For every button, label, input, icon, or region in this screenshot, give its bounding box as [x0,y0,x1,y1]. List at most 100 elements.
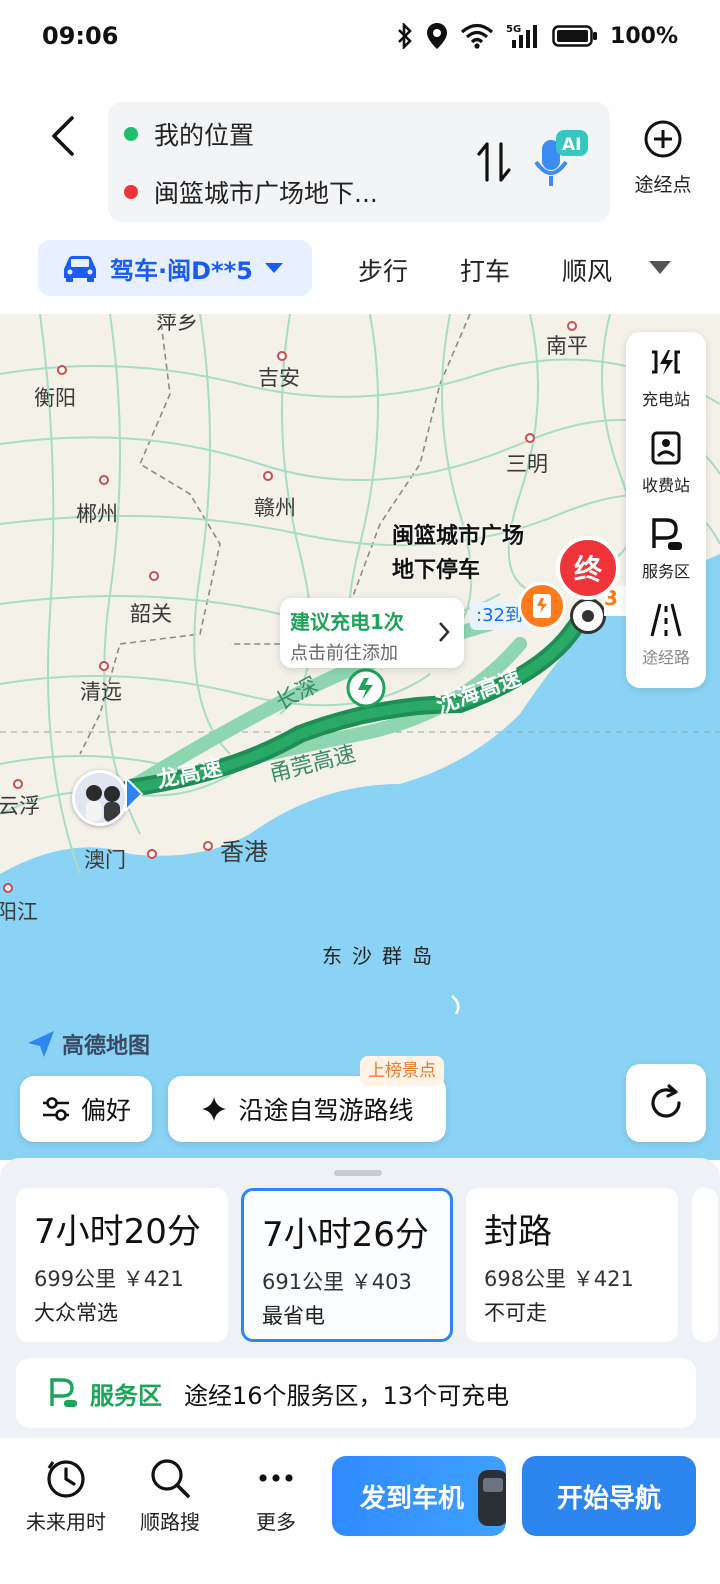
charge-tip-subtitle: 点击前往添加 [290,643,398,664]
route-time: 7小时26分 [262,1215,429,1255]
origin-text: 我的位置 [154,121,255,150]
preferences-button[interactable]: 偏好 [20,1076,152,1142]
service-area-summary[interactable]: 服务区 途经16个服务区，13个可充电 [16,1358,696,1428]
add-waypoint-button[interactable]: 途经点 [622,120,704,210]
route-time: 封路 [484,1212,552,1252]
tab-walk[interactable]: 步行 [358,252,408,288]
amap-logo: 高德地图 [26,1028,150,1060]
route-option-card-selected[interactable]: 7小时26分 691公里 ￥403 最省电 [241,1188,453,1342]
route-option-card-partial[interactable] [692,1188,718,1342]
route-option-card[interactable]: 封路 698公里 ￥421 不可走 [466,1188,678,1342]
battery-percent: 100% [610,23,678,49]
service-area-toggle[interactable]: 服务区 [626,504,706,590]
route-distance-cost: 691公里 ￥403 [262,1270,412,1294]
toll-station-toggle[interactable]: 收费站 [626,418,706,504]
search-icon [151,1459,190,1498]
more-modes-button[interactable] [646,258,674,278]
destination-point-icon [570,598,606,634]
location-icon [426,22,448,50]
map-side-tools: 充电站 收费站 服务区 途经路 [626,332,706,688]
scenic-route-label: 沿途自驾游路线 [238,1096,414,1125]
along-search-label: 顺路搜 [140,1510,200,1534]
send-to-car-button[interactable]: 发到车机 [332,1456,506,1536]
destination-field[interactable]: 闽篮城市广场地下... [124,174,378,210]
route-input-box: 我的位置 闽篮城市广场地下... AI [108,102,610,222]
city-label: 衡阳 [34,386,76,410]
destination-text: 闽篮城市广场地下... [154,179,378,208]
charge-suggestion-card[interactable]: 建议充电1次 点击前往添加 [280,598,464,668]
charge-tip-title: 建议充电1次 [290,610,404,634]
map-view[interactable]: 萍乡 南平 衡阳 吉安 三明 郴州 赣州 韶关 清远 云浮 澳门 香港 阳江 东… [0,314,720,1160]
via-road-icon [650,603,682,637]
city-label: 郴州 [76,502,118,526]
more-label: 更多 [256,1510,296,1534]
service-area-desc: 途经16个服务区，13个可充电 [184,1381,510,1410]
future-time-button[interactable]: 未来用时 [16,1456,116,1535]
charging-station-toggle[interactable]: 充电站 [626,332,706,418]
origin-field[interactable]: 我的位置 [124,116,254,152]
city-label: 香港 [220,838,268,866]
along-search-button[interactable]: 顺路搜 [120,1456,220,1535]
tab-taxi[interactable]: 打车 [460,252,510,288]
service-area-icon [50,1378,77,1407]
status-icons: 5G 100% [396,22,678,50]
city-label: 云浮 [0,794,40,818]
route-options-panel: 7小时20分 699公里 ￥421 大众常选 7小时26分 691公里 ￥403… [0,1158,720,1438]
route-option-card[interactable]: 7小时20分 699公里 ￥421 大众常选 [16,1188,228,1342]
route-time: 7小时20分 [34,1212,201,1252]
caret-down-icon [649,261,671,274]
ai-voice-button[interactable]: AI [532,126,592,190]
amap-logo-icon [28,1031,54,1057]
tab-ride[interactable]: 顺风 [562,252,612,288]
add-circle-icon [644,120,682,158]
user-avatar[interactable] [72,770,128,826]
route-header: 我的位置 闽篮城市广场地下... AI 途经点 驾车·闽D**5 步行 打车 顺… [0,80,720,314]
send-to-car-label: 发到车机 [360,1483,465,1514]
swap-icon [477,142,511,182]
caret-down-icon [264,263,283,273]
city-label: 阳江 [0,900,38,924]
charging-station-label: 充电站 [641,390,690,409]
drag-handle[interactable] [334,1170,382,1176]
future-time-label: 未来用时 [26,1510,106,1534]
charger-pin-icon[interactable] [518,582,566,630]
more-dots-icon [259,1474,293,1482]
swap-button[interactable] [474,138,514,186]
preferences-label: 偏好 [80,1096,131,1125]
route-distance-cost: 698公里 ￥421 [484,1267,634,1291]
service-area-brand: 服务区 [90,1381,162,1410]
status-bar: 09:06 5G 100% [0,0,720,80]
toll-station-label: 收费站 [641,476,690,495]
hot-spot-badge: 上榜景点 [360,1056,444,1086]
car-device-icon [478,1470,506,1526]
via-road-toggle[interactable]: 途经路 [626,590,706,676]
back-arrow-icon [52,116,74,156]
city-label: 赣州 [254,496,296,520]
toll-station-icon [651,431,681,465]
refresh-button[interactable] [626,1064,706,1142]
island-label: 东沙群岛 [322,944,442,968]
tab-drive[interactable]: 驾车·闽D**5 [38,240,312,296]
more-button[interactable]: 更多 [226,1456,326,1535]
city-label: 清远 [80,680,122,704]
battery-icon [552,22,598,50]
wifi-icon [460,22,494,50]
city-label: 萍乡 [156,314,198,334]
back-button[interactable] [38,108,88,164]
start-navigation-button[interactable]: 开始导航 [522,1456,696,1536]
refresh-icon [651,1084,681,1118]
bluetooth-icon [396,22,414,50]
charging-station-icon [652,350,680,375]
route-tag: 不可走 [484,1301,547,1325]
svg-text:5G: 5G [506,24,521,35]
route-distance-cost: 699公里 ￥421 [34,1267,184,1291]
chevron-right-icon [439,622,450,642]
direction-arrow-icon [125,776,144,812]
amap-logo-text: 高德地图 [62,1034,151,1059]
ai-badge: AI [562,135,581,155]
city-label: 三明 [506,452,548,476]
via-road-label: 途经路 [641,648,690,667]
bottom-action-bar: 未来用时 顺路搜 更多 发到车机 开始导航 [0,1438,720,1584]
city-label: 南平 [546,334,588,358]
end-marker: 终 [556,536,620,600]
